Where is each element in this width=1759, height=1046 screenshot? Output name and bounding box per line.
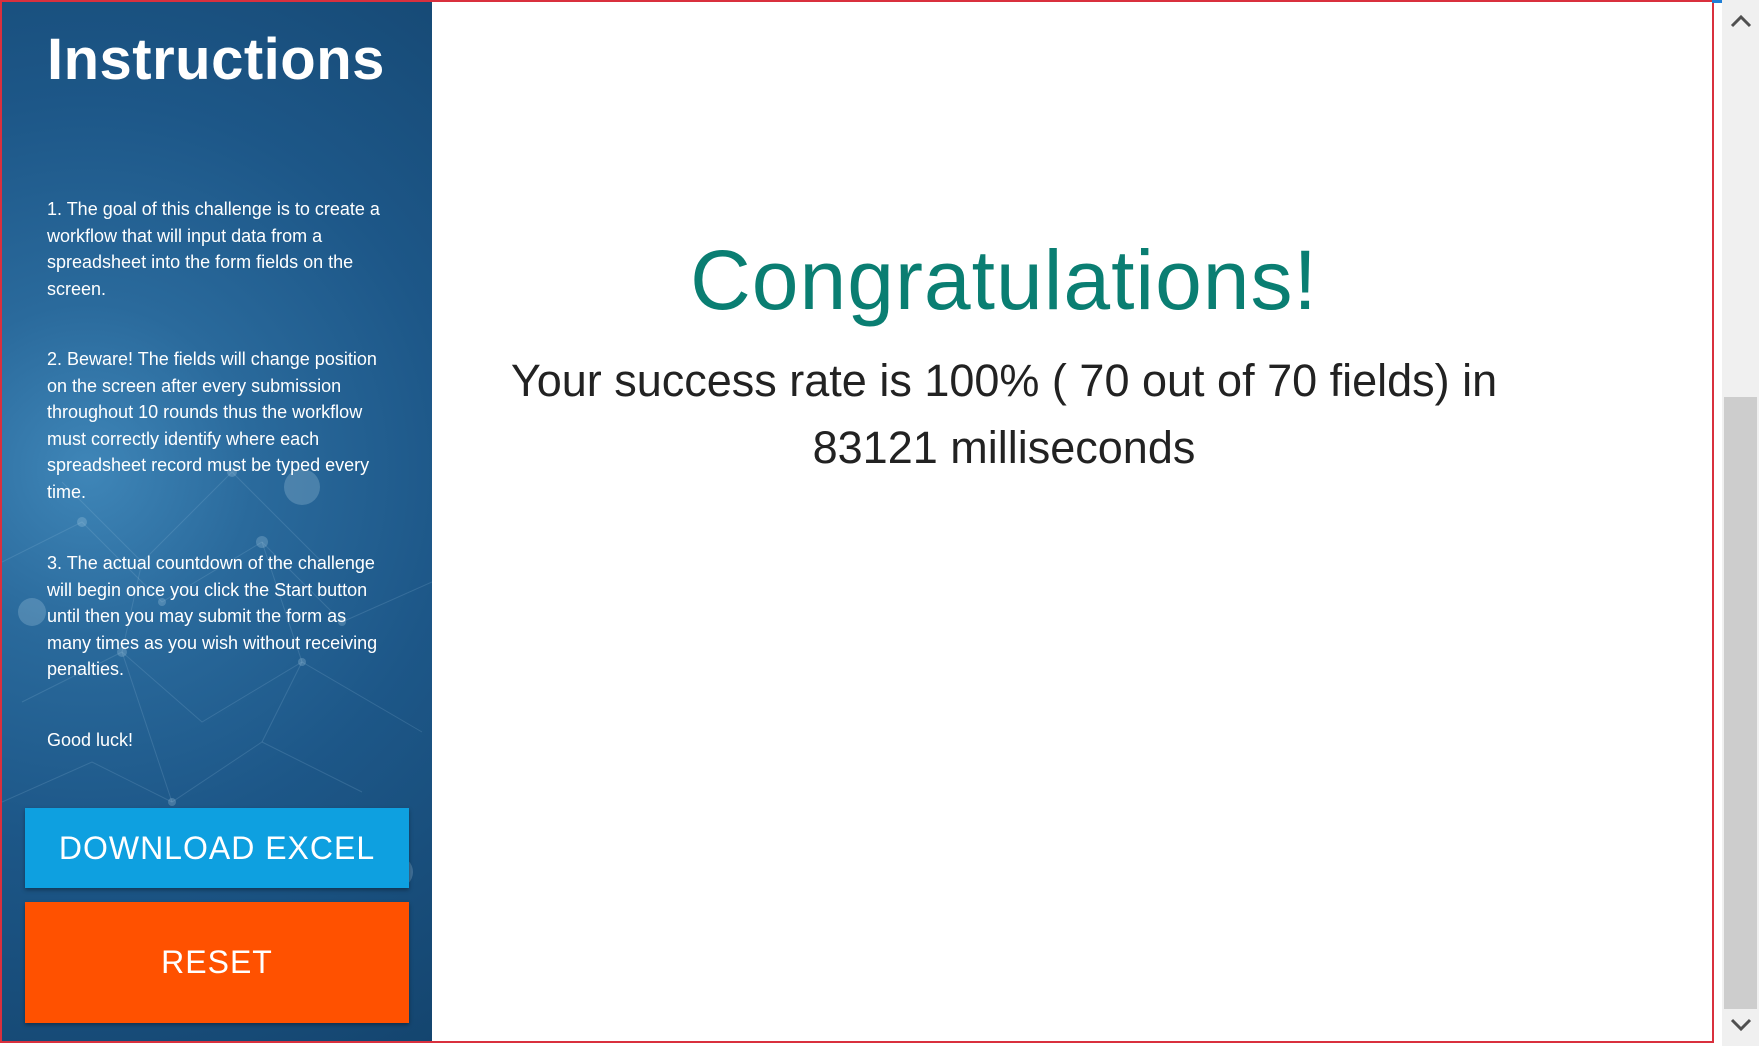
- vertical-scrollbar[interactable]: [1722, 0, 1759, 1046]
- congratulations-heading: Congratulations!: [690, 233, 1318, 327]
- top-right-accent: [1712, 0, 1722, 3]
- result-line-rate: Your success rate is 100% ( 70 out of 70…: [510, 355, 1498, 406]
- instruction-step-1: 1. The goal of this challenge is to crea…: [47, 199, 380, 299]
- result-line-time: 83121 milliseconds: [812, 422, 1196, 473]
- scrollbar-thumb[interactable]: [1724, 397, 1757, 1009]
- page-frame: Instructions 1. The goal of this challen…: [0, 0, 1714, 1043]
- instruction-step-2: 2. Beware! The fields will change positi…: [47, 349, 377, 502]
- instructions-sidebar: Instructions 1. The goal of this challen…: [2, 2, 432, 1041]
- instructions-title: Instructions: [47, 27, 385, 92]
- instruction-step-3: 3. The actual countdown of the challenge…: [47, 553, 378, 679]
- frame-gap: [1714, 0, 1722, 1046]
- chevron-up-icon[interactable]: [1722, 2, 1759, 40]
- download-excel-button[interactable]: DOWNLOAD EXCEL: [25, 808, 409, 888]
- reset-button[interactable]: RESET: [25, 902, 409, 1023]
- chevron-down-icon[interactable]: [1722, 1006, 1759, 1044]
- good-luck-text: Good luck!: [47, 730, 134, 750]
- result-message: Your success rate is 100% ( 70 out of 70…: [432, 347, 1576, 481]
